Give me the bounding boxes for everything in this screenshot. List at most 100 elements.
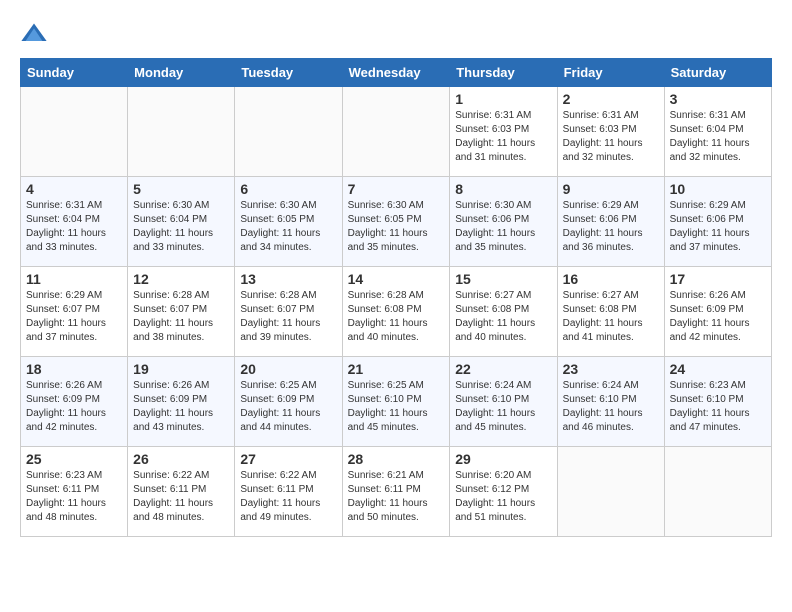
calendar-cell: 10Sunrise: 6:29 AMSunset: 6:06 PMDayligh… [664,177,771,267]
day-info-line: Daylight: 11 hours and 40 minutes. [348,317,445,345]
day-info-line: Sunrise: 6:24 AM [563,379,659,393]
day-info-line: Daylight: 11 hours and 34 minutes. [240,227,336,255]
day-info-line: Sunset: 6:11 PM [26,483,122,497]
day-info-line: Daylight: 11 hours and 51 minutes. [455,497,551,525]
day-info-line: Sunrise: 6:30 AM [348,199,445,213]
day-info-line: Sunrise: 6:24 AM [455,379,551,393]
day-info-line: Daylight: 11 hours and 42 minutes. [670,317,766,345]
day-number: 9 [563,181,659,197]
day-info-line: Sunrise: 6:29 AM [563,199,659,213]
day-info-line: Daylight: 11 hours and 49 minutes. [240,497,336,525]
day-number: 23 [563,361,659,377]
day-info-line: Sunrise: 6:30 AM [240,199,336,213]
calendar-cell: 6Sunrise: 6:30 AMSunset: 6:05 PMDaylight… [235,177,342,267]
day-number: 1 [455,91,551,107]
weekday-header-saturday: Saturday [664,59,771,87]
day-info-line: Daylight: 11 hours and 33 minutes. [133,227,229,255]
day-info-line: Sunset: 6:09 PM [670,303,766,317]
day-info-line: Sunset: 6:04 PM [133,213,229,227]
day-info-line: Daylight: 11 hours and 32 minutes. [670,137,766,165]
day-info-line: Daylight: 11 hours and 35 minutes. [455,227,551,255]
day-number: 28 [348,451,445,467]
calendar-cell: 5Sunrise: 6:30 AMSunset: 6:04 PMDaylight… [128,177,235,267]
day-info-line: Sunrise: 6:26 AM [26,379,122,393]
weekday-header-monday: Monday [128,59,235,87]
day-number: 22 [455,361,551,377]
calendar-cell: 12Sunrise: 6:28 AMSunset: 6:07 PMDayligh… [128,267,235,357]
calendar-cell: 14Sunrise: 6:28 AMSunset: 6:08 PMDayligh… [342,267,450,357]
day-number: 19 [133,361,229,377]
weekday-header-sunday: Sunday [21,59,128,87]
day-info-line: Sunset: 6:06 PM [455,213,551,227]
logo-icon [20,20,48,48]
day-number: 15 [455,271,551,287]
day-info-line: Sunset: 6:06 PM [563,213,659,227]
day-info-line: Daylight: 11 hours and 35 minutes. [348,227,445,255]
calendar-cell: 8 Sunrise: 6:30 AMSunset: 6:06 PMDaylight… [450,177,557,267]
calendar-cell [235,87,342,177]
day-info-line: Daylight: 11 hours and 46 minutes. [563,407,659,435]
day-number: 7 [348,181,445,197]
day-info-line: Sunset: 6:08 PM [455,303,551,317]
day-info-line: Sunrise: 6:31 AM [455,109,551,123]
day-number: 13 [240,271,336,287]
calendar-week-4: 18Sunrise: 6:26 AMSunset: 6:09 PMDayligh… [21,357,772,447]
day-info-line: Sunrise: 6:27 AM [455,289,551,303]
calendar-cell: 16Sunrise: 6:27 AMSunset: 6:08 PMDayligh… [557,267,664,357]
day-number: 8 [455,181,551,197]
day-info-line: Sunset: 6:08 PM [348,303,445,317]
calendar-cell: 13Sunrise: 6:28 AMSunset: 6:07 PMDayligh… [235,267,342,357]
logo [20,20,54,48]
day-info-line: Sunrise: 6:28 AM [348,289,445,303]
calendar-cell [664,447,771,537]
calendar-cell [21,87,128,177]
day-info-line: Daylight: 11 hours and 50 minutes. [348,497,445,525]
day-info-line: Sunrise: 6:27 AM [563,289,659,303]
day-number: 17 [670,271,766,287]
day-number: 24 [670,361,766,377]
calendar-cell: 20Sunrise: 6:25 AMSunset: 6:09 PMDayligh… [235,357,342,447]
day-info-line: Daylight: 11 hours and 37 minutes. [26,317,122,345]
day-number: 11 [26,271,122,287]
day-number: 3 [670,91,766,107]
calendar-cell [342,87,450,177]
day-info-line: Daylight: 11 hours and 41 minutes. [563,317,659,345]
day-number: 29 [455,451,551,467]
calendar-cell: 18Sunrise: 6:26 AMSunset: 6:09 PMDayligh… [21,357,128,447]
calendar-cell: 27Sunrise: 6:22 AMSunset: 6:11 PMDayligh… [235,447,342,537]
weekday-header-tuesday: Tuesday [235,59,342,87]
day-info-line: Sunset: 6:11 PM [348,483,445,497]
calendar-cell: 11Sunrise: 6:29 AMSunset: 6:07 PMDayligh… [21,267,128,357]
calendar-cell: 24Sunrise: 6:23 AMSunset: 6:10 PMDayligh… [664,357,771,447]
day-number: 6 [240,181,336,197]
calendar: SundayMondayTuesdayWednesdayThursdayFrid… [20,58,772,537]
day-info-line: Sunset: 6:09 PM [133,393,229,407]
day-info-line: Daylight: 11 hours and 31 minutes. [455,137,551,165]
day-info-line: Sunset: 6:10 PM [563,393,659,407]
day-info-line: Sunset: 6:04 PM [26,213,122,227]
day-info-line: Sunset: 6:12 PM [455,483,551,497]
day-info-line: Sunset: 6:11 PM [240,483,336,497]
day-info-line: Daylight: 11 hours and 45 minutes. [348,407,445,435]
day-info-line: Sunrise: 6:30 AM [455,199,551,213]
day-info-line: Sunrise: 6:22 AM [240,469,336,483]
day-info-line: Daylight: 11 hours and 33 minutes. [26,227,122,255]
calendar-cell: 28Sunrise: 6:21 AMSunset: 6:11 PMDayligh… [342,447,450,537]
day-info-line: Daylight: 11 hours and 48 minutes. [133,497,229,525]
day-info-line: Sunrise: 6:25 AM [240,379,336,393]
weekday-header-friday: Friday [557,59,664,87]
day-info-line: Sunrise: 6:31 AM [670,109,766,123]
day-info-line: Sunset: 6:10 PM [670,393,766,407]
day-info-line: Sunset: 6:05 PM [348,213,445,227]
calendar-header-row: SundayMondayTuesdayWednesdayThursdayFrid… [21,59,772,87]
calendar-week-1: 1Sunrise: 6:31 AMSunset: 6:03 PMDaylight… [21,87,772,177]
weekday-header-thursday: Thursday [450,59,557,87]
day-info-line: Sunset: 6:06 PM [670,213,766,227]
day-info-line: Sunrise: 6:23 AM [670,379,766,393]
day-info-line: Sunrise: 6:28 AM [240,289,336,303]
day-number: 4 [26,181,122,197]
day-info-line: Daylight: 11 hours and 45 minutes. [455,407,551,435]
day-info-line: Sunset: 6:07 PM [26,303,122,317]
day-info-line: Sunset: 6:04 PM [670,123,766,137]
calendar-cell: 7 Sunrise: 6:30 AMSunset: 6:05 PMDaylight… [342,177,450,267]
